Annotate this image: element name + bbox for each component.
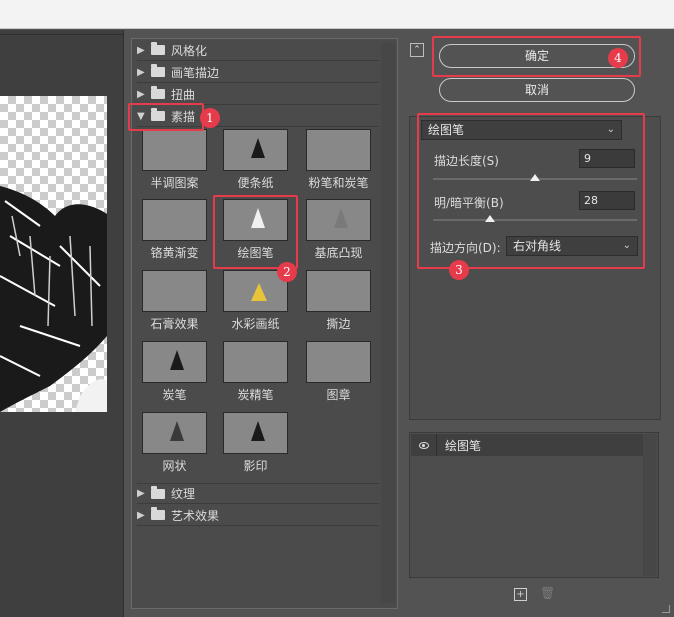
filter-list-scrollbar[interactable] <box>381 43 395 603</box>
preview-area[interactable]: ◀ ▶ <box>0 30 124 617</box>
preview-image <box>0 186 107 412</box>
filter-label: 石膏效果 <box>150 317 199 331</box>
filter-thumb-photocopy[interactable]: 影印 <box>223 412 288 474</box>
annotation-box-1 <box>128 103 204 131</box>
window-titlebar <box>0 0 674 29</box>
filter-thumb-stamp[interactable]: 图章 <box>306 341 371 403</box>
filter-thumbnail <box>306 129 371 171</box>
filter-thumbnail <box>223 341 288 383</box>
expand-arrow-icon: ▶ <box>137 44 145 56</box>
filter-thumbnail <box>142 412 207 454</box>
filter-thumbnail <box>306 341 371 383</box>
filter-thumb-water-paper[interactable]: 水彩画纸 <box>223 270 288 332</box>
filter-thumb-torn-edges[interactable]: 撕边 <box>306 270 371 332</box>
folder-icon <box>151 507 165 520</box>
filter-thumbnail <box>142 341 207 383</box>
filter-thumb-reticulation[interactable]: 网状 <box>142 412 207 474</box>
filter-thumbnail <box>142 199 207 241</box>
expand-arrow-icon: ▶ <box>137 488 145 499</box>
filter-label: 水彩画纸 <box>231 317 280 331</box>
folder-icon <box>151 86 165 99</box>
category-label: 画笔描边 <box>171 65 220 80</box>
filter-thumbnail <box>306 270 371 312</box>
category-label: 扭曲 <box>171 87 196 102</box>
filter-label: 网状 <box>162 459 187 473</box>
filter-thumbnail <box>306 199 371 241</box>
annotation-box-2 <box>213 195 298 269</box>
filter-thumb-charcoal[interactable]: 炭笔 <box>142 341 207 403</box>
filter-label: 撕边 <box>326 317 351 331</box>
filter-thumb-note-paper[interactable]: 便条纸 <box>223 129 288 191</box>
layer-divider <box>436 434 437 456</box>
category-brush-strokes[interactable]: ▶ 画笔描边 <box>137 62 379 83</box>
filter-label: 便条纸 <box>237 176 274 190</box>
filter-label: 铬黄渐变 <box>150 246 199 260</box>
filter-thumb-chrome[interactable]: 铬黄渐变 <box>142 199 207 261</box>
filter-thumb-conte-crayon[interactable]: 炭精笔 <box>223 341 288 403</box>
folder-icon <box>151 64 165 77</box>
resize-grip-icon[interactable] <box>662 605 670 613</box>
annotation-badge-1: 1 <box>200 108 220 128</box>
filter-thumb-bas-relief[interactable]: 基底凸现 <box>306 199 371 261</box>
filter-label: 图章 <box>326 388 351 402</box>
filter-thumb-chalk-charcoal[interactable]: 粉笔和炭笔 <box>306 129 371 191</box>
category-texture[interactable]: ▶ 纹理 <box>137 483 379 504</box>
filter-thumbnail <box>223 412 288 454</box>
category-label: 艺术效果 <box>171 508 220 523</box>
category-label: 风格化 <box>171 43 208 58</box>
filter-label: 基底凸现 <box>314 246 363 260</box>
filter-label: 半调图案 <box>150 176 199 190</box>
category-label: 纹理 <box>171 487 196 501</box>
preview-canvas[interactable] <box>0 96 107 412</box>
annotation-badge-4: 4 <box>608 48 628 68</box>
annotation-badge-3: 3 <box>449 260 469 280</box>
filter-label: 炭精笔 <box>237 388 274 402</box>
category-distort[interactable]: ▶ 扭曲 <box>137 84 379 105</box>
expand-arrow-icon: ▶ <box>137 509 145 521</box>
effect-layers-panel: 绘图笔 <box>409 432 659 578</box>
folder-icon <box>151 42 165 55</box>
category-stylize[interactable]: ▶ 风格化 <box>137 40 379 61</box>
filter-thumbnail <box>142 129 207 171</box>
annotation-box-3 <box>417 113 645 269</box>
cancel-button[interactable]: 取消 <box>439 78 635 102</box>
new-effect-layer-icon[interactable]: + <box>514 588 527 601</box>
folder-icon <box>151 485 165 499</box>
effect-layer-row[interactable]: 绘图笔 <box>411 434 643 456</box>
filter-thumbnail <box>223 129 288 171</box>
effect-layer-name: 绘图笔 <box>445 438 482 453</box>
trash-icon[interactable]: 🗑 <box>540 587 555 600</box>
filter-label: 粉笔和炭笔 <box>308 176 369 190</box>
visibility-eye-icon[interactable] <box>419 441 429 449</box>
layers-scrollbar[interactable] <box>643 434 657 576</box>
collapse-panel-icon[interactable]: ⌃ <box>410 43 424 57</box>
filter-thumb-halftone-pattern[interactable]: 半调图案 <box>142 129 207 191</box>
annotation-badge-2: 2 <box>277 262 297 282</box>
filter-label: 炭笔 <box>162 388 187 402</box>
filter-thumbnail <box>142 270 207 312</box>
filter-label: 影印 <box>243 459 268 473</box>
category-artistic[interactable]: ▶ 艺术效果 <box>137 505 379 526</box>
expand-arrow-icon: ▶ <box>137 66 145 78</box>
preview-divider <box>0 34 124 35</box>
expand-arrow-icon: ▶ <box>137 88 145 100</box>
filter-thumb-plaster[interactable]: 石膏效果 <box>142 270 207 332</box>
